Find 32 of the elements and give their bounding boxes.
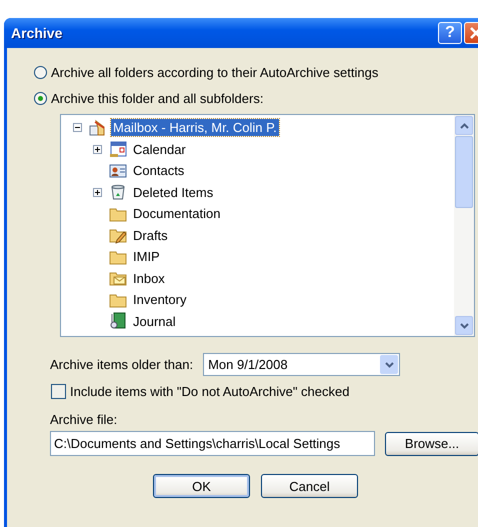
scroll-down-icon[interactable] [460,322,468,328]
radio-option[interactable]: Archive all folders according to their AutoArchive settings [34,62,378,82]
field-label: Archive file: [50,412,118,427]
tree-item[interactable]: Contacts [131,162,186,180]
tree-item[interactable]: Calendar [131,140,188,158]
tree-item[interactable]: Inventory [131,291,188,308]
scrollbar[interactable] [454,115,474,336]
collapse-icon[interactable] [73,123,82,132]
tree-item[interactable]: Mailbox - Harris, Mr. Colin P. [111,119,279,136]
field-label: Archive items older than: [50,357,194,372]
trash-icon [109,183,127,202]
calendar-icon [109,140,127,158]
scroll-up-icon[interactable] [460,122,468,128]
tree-item[interactable]: Deleted Items [131,184,216,201]
cancel-button[interactable]: Cancel [261,474,358,498]
expand-icon[interactable] [93,144,102,154]
ok-button[interactable]: OK [153,474,250,498]
include-checkbox[interactable]: Include items with "Do not AutoArchive" checked [51,384,350,399]
tree-item[interactable]: Journal [131,312,178,330]
date-dropdown[interactable]: Mon 9/1/2008 [203,353,400,376]
file-path-field[interactable]: C:\Documents and Settings\charris\Local Settings [50,431,375,456]
expand-icon[interactable] [93,188,102,197]
journal-icon [109,312,127,330]
mailbox-icon [89,118,107,137]
window-title: Archive [11,25,64,41]
radio-option[interactable]: Archive this folder and all subfolders: [34,88,264,108]
tree-item[interactable]: Drafts [131,226,170,244]
tree-item[interactable]: Inbox [131,270,167,287]
contact-card-icon [109,162,127,180]
browse-button[interactable]: Browse... [385,432,478,456]
tree-item[interactable]: Documentation [131,205,222,222]
tree-item[interactable]: IMIP [131,248,162,266]
